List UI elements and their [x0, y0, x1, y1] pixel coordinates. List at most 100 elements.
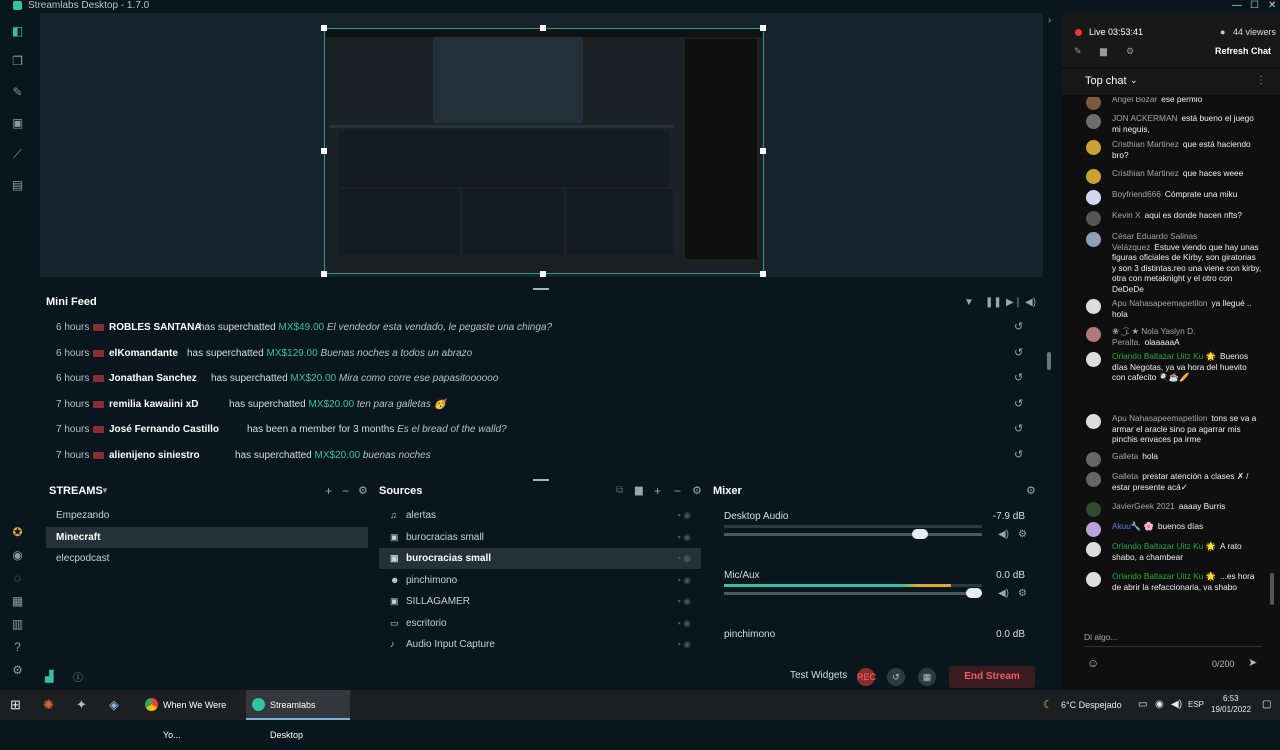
replay-buffer-icon[interactable]: ↺ — [887, 668, 905, 686]
windows-start-icon[interactable]: ⊞ — [10, 690, 21, 720]
speaker-icon[interactable]: ◀) — [998, 529, 1009, 540]
source-item[interactable]: ▣ burocracias small ▪ ◉ — [379, 527, 701, 548]
rec-button[interactable]: REC — [857, 668, 876, 686]
themes-icon[interactable]: ✎ — [11, 86, 24, 99]
performance-icon[interactable]: ▟ — [45, 670, 53, 683]
tray-icon[interactable]: ▭ — [1138, 690, 1147, 720]
more-options-icon[interactable]: ⋮ — [1256, 75, 1266, 86]
source-item[interactable]: ♪ Audio Input Capture ▪ ◉ — [379, 634, 701, 655]
volume-slider-handle[interactable] — [966, 588, 982, 598]
source-item[interactable]: ▣ SILLAGAMER ▪ ◉ — [379, 591, 701, 612]
weather-text[interactable]: 6°C Despejado — [1061, 690, 1122, 720]
visibility-toggle-icon[interactable]: ▪ ◉ — [677, 591, 691, 612]
chat-author[interactable]: Angel Bozar — [1112, 97, 1157, 104]
add-source-icon[interactable]: + — [654, 484, 661, 498]
chat-scrollbar[interactable] — [1270, 573, 1274, 605]
replay-alert-icon[interactable]: ↺ — [1014, 366, 1023, 391]
chat-input[interactable]: Di algo... — [1084, 632, 1262, 647]
panel-resize-bar[interactable] — [533, 288, 549, 290]
source-settings-icon[interactable]: ⚙ — [692, 484, 702, 497]
layout-icon[interactable]: ▦ — [11, 595, 24, 608]
prime-icon[interactable]: ✪ — [11, 526, 24, 539]
send-icon[interactable]: ➤ — [1248, 656, 1257, 669]
taskbar-app[interactable]: When We Were Yo... — [139, 690, 243, 740]
group-icon[interactable]: ⧉ — [616, 485, 623, 496]
app-icon[interactable]: ◈ — [109, 690, 119, 720]
end-stream-button[interactable]: End Stream — [949, 666, 1035, 688]
visibility-toggle-icon[interactable]: ▪ ◉ — [677, 570, 691, 591]
volume-slider-handle[interactable] — [911, 529, 928, 539]
maximize-icon[interactable]: ☐ — [1250, 0, 1259, 11]
settings-gear-icon[interactable]: ⚙ — [1126, 46, 1134, 57]
pause-icon[interactable]: ❚❚ — [985, 297, 1002, 308]
emoji-icon[interactable]: ☺ — [1087, 656, 1099, 670]
visibility-toggle-icon[interactable]: ▪ ◉ — [677, 527, 691, 548]
clock-date[interactable]: 19/01/2022 — [1211, 695, 1251, 725]
chat-author[interactable]: Kevin X — [1112, 210, 1141, 220]
top-chat-selector[interactable]: Top chat ⌄ ⋮ — [1062, 69, 1280, 95]
settings-gear-icon[interactable]: ⚙ — [11, 664, 24, 677]
scene-settings-icon[interactable]: ⚙ — [358, 484, 368, 497]
minimize-icon[interactable]: — — [1232, 0, 1242, 11]
dashboard-icon[interactable]: ⟋ — [11, 148, 24, 161]
refresh-chat-button[interactable]: Refresh Chat — [1215, 46, 1271, 56]
chat-author[interactable]: Orlando Baltazar Uitz Ku 🌟 — [1112, 541, 1216, 551]
mixer-settings-icon[interactable]: ⚙ — [1026, 484, 1036, 497]
resize-handle[interactable] — [760, 25, 766, 31]
volume-icon[interactable]: ◀) — [1025, 297, 1036, 308]
chat-author[interactable]: Galleta — [1112, 471, 1138, 481]
mixer-channel-settings-icon[interactable]: ⚙ — [1018, 588, 1027, 599]
chevron-down-icon[interactable]: ▼ — [101, 486, 109, 495]
chat-author[interactable]: Galleta — [1112, 451, 1138, 461]
volume-slider[interactable] — [724, 588, 982, 598]
chat-author[interactable]: Apu Nahasapeemapetilon — [1112, 298, 1207, 308]
chat-author[interactable]: Orlando Baltazar Uitz Ku 🌟 — [1112, 351, 1216, 361]
source-item[interactable]: ▭ escritorio ▪ ◉ — [379, 613, 701, 634]
replay-alert-icon[interactable]: ↺ — [1014, 392, 1023, 417]
resize-handle[interactable] — [760, 271, 766, 277]
app-icon[interactable]: ✺ — [43, 690, 54, 720]
resize-handle[interactable] — [540, 25, 546, 31]
info-icon[interactable]: ⓘ — [73, 669, 83, 684]
replay-alert-icon[interactable]: ↺ — [1014, 341, 1023, 366]
mixer-channel-settings-icon[interactable]: ⚙ — [1018, 529, 1027, 540]
visibility-toggle-icon[interactable]: ▪ ◉ — [677, 634, 691, 655]
scene-item[interactable]: Empezando — [46, 505, 368, 526]
close-icon[interactable]: ✕ — [1268, 0, 1276, 11]
remove-source-icon[interactable]: − — [674, 484, 681, 498]
help-icon[interactable]: ? — [11, 641, 24, 654]
remove-scene-icon[interactable]: − — [342, 484, 349, 498]
resize-handle[interactable] — [540, 271, 546, 277]
layout-editor-icon[interactable]: ❐ — [11, 55, 24, 68]
chat-author[interactable]: JON ACKERMAN — [1112, 113, 1177, 123]
resize-handle[interactable] — [760, 148, 766, 154]
folder-icon[interactable]: ▆ — [635, 485, 643, 496]
studio-editor-icon[interactable]: ◧ — [11, 25, 24, 38]
chat-author[interactable]: Akuu🔧 🌸 — [1112, 521, 1154, 531]
chevron-right-icon[interactable]: › — [1048, 15, 1051, 26]
schedule-icon[interactable]: ▦ — [918, 668, 936, 686]
resize-handle[interactable] — [321, 25, 327, 31]
test-widgets-button[interactable]: Test Widgets — [790, 670, 847, 681]
add-scene-icon[interactable]: + — [325, 484, 332, 498]
replay-alert-icon[interactable]: ↺ — [1014, 417, 1023, 442]
language-indicator[interactable]: ESP — [1188, 690, 1204, 720]
highlighter-icon[interactable]: ◌ — [11, 572, 24, 585]
volume-slider[interactable] — [724, 529, 982, 539]
visibility-toggle-icon[interactable]: ▪ ◉ — [677, 613, 691, 634]
visibility-toggle-icon[interactable]: ▪ ◉ — [677, 505, 691, 526]
chat-author[interactable]: Cristhian Martinez — [1112, 139, 1179, 149]
folder-icon[interactable]: ▆ — [1100, 46, 1107, 57]
skip-icon[interactable]: ▶❘ — [1006, 297, 1022, 308]
visibility-toggle-icon[interactable]: ▪ ◉ — [677, 548, 691, 569]
chat-author[interactable]: JavierGeek 2021 — [1112, 501, 1175, 511]
filter-icon[interactable]: ▼ — [964, 297, 974, 308]
chat-author[interactable]: Cristhian Martinez — [1112, 168, 1179, 178]
app-icon[interactable]: ✦ — [76, 690, 87, 720]
mini-feed-scrollbar[interactable] — [1047, 352, 1051, 370]
record-icon[interactable]: ◉ — [11, 549, 24, 562]
chat-author[interactable]: Orlando Baltazar Uitz Ku 🌟 — [1112, 571, 1216, 581]
columns-icon[interactable]: ▥ — [11, 618, 24, 631]
replay-alert-icon[interactable]: ↺ — [1014, 443, 1023, 468]
source-item[interactable]: ▣ burocracias small ▪ ◉ — [379, 548, 701, 569]
